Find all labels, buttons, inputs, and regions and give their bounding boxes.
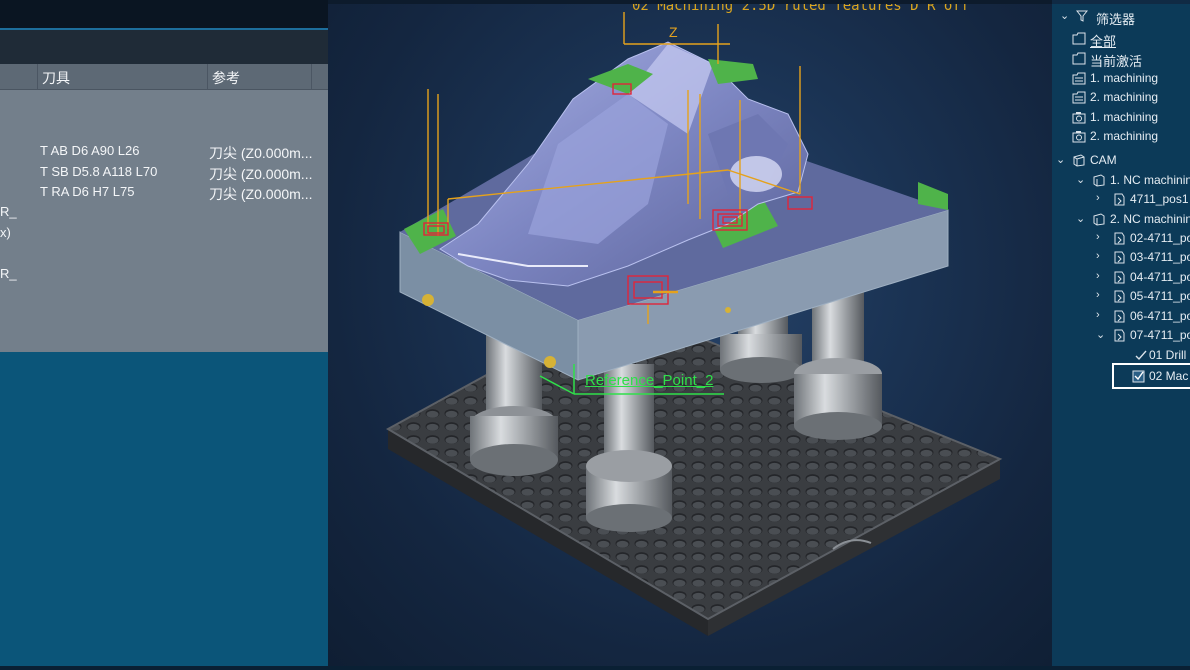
tree-item-machining-selected[interactable]: 02 Mac — [1112, 363, 1190, 389]
reference-point-label[interactable]: Reference_Point_2 — [585, 372, 713, 389]
truncated-text: x) — [0, 225, 11, 240]
filter-icon — [1075, 10, 1090, 23]
tool-table: 刀具 参考 T AB D6 A90 L26 刀尖 (Z0.000m... T S… — [0, 64, 328, 352]
z-axis-label: Z — [669, 24, 678, 40]
camera-icon — [1072, 111, 1086, 124]
tool-name: T SB D5.8 A118 L70 — [40, 164, 158, 179]
camera-icon — [1072, 130, 1086, 143]
operation-icon — [1112, 193, 1126, 206]
operation-title: 02 Machining 2.5D ruled features D R off — [632, 4, 970, 14]
chevron-right-icon[interactable]: › — [1096, 231, 1108, 243]
folder-icon — [1072, 52, 1086, 65]
tool-name: T RA D6 H7 L75 — [40, 184, 135, 199]
chevron-down-icon[interactable]: ⌄ — [1060, 9, 1072, 22]
tree-item-view-machining-2[interactable]: 2. machining — [1052, 128, 1190, 147]
tree-item-machining-2[interactable]: 2. machining — [1052, 89, 1190, 108]
tool-reference: 刀尖 (Z0.000m... — [209, 166, 313, 182]
chevron-down-icon[interactable]: ⌄ — [1076, 173, 1088, 186]
tree-item-operation[interactable]: › 02-4711_po — [1052, 230, 1190, 249]
tree-item-operation[interactable]: › 03-4711_po — [1052, 249, 1190, 268]
check-icon[interactable] — [1134, 349, 1148, 362]
3d-viewport[interactable]: 02 Machining 2.5D ruled features D R off… — [328, 4, 1052, 666]
filter-label: 筛选器 — [1096, 12, 1136, 27]
tree-item-operation[interactable]: ⌄ 07-4711_po — [1052, 327, 1190, 346]
tree-item-view-machining-1[interactable]: 1. machining — [1052, 109, 1190, 128]
tree-item-operation[interactable]: › 06-4711_po — [1052, 308, 1190, 327]
operation-icon — [1112, 232, 1126, 245]
chevron-right-icon[interactable]: › — [1096, 309, 1108, 321]
folder-icon — [1072, 32, 1086, 45]
filter-row[interactable]: ⌄ 筛选器 — [1052, 8, 1190, 27]
column-header-reference[interactable]: 参考 — [208, 64, 312, 90]
nc-program-icon — [1092, 213, 1106, 226]
folder-icon — [1072, 72, 1086, 85]
tree-item-machining-1[interactable]: 1. machining — [1052, 70, 1190, 89]
chevron-right-icon[interactable]: › — [1096, 250, 1108, 262]
column-header-extra[interactable] — [312, 64, 328, 90]
truncated-text: R_ — [0, 266, 17, 281]
chevron-down-icon[interactable]: ⌄ — [1076, 212, 1088, 225]
folder-icon — [1072, 91, 1086, 104]
tool-reference: 刀尖 (Z0.000m... — [209, 186, 313, 202]
tree-item-nc-machining-2[interactable]: ⌄ 2. NC machinin — [1052, 211, 1190, 230]
chevron-right-icon[interactable]: › — [1096, 289, 1108, 301]
tool-reference: 刀尖 (Z0.000m... — [209, 145, 313, 161]
column-header-tool[interactable]: 刀具 — [38, 64, 208, 90]
table-row[interactable]: T SB D5.8 A118 L70 刀尖 (Z0.000m... — [0, 162, 328, 182]
table-row[interactable]: T AB D6 A90 L26 刀尖 (Z0.000m... — [0, 141, 328, 161]
tree-item-all[interactable]: 全部 — [1052, 30, 1190, 49]
status-bar — [0, 666, 1190, 670]
operation-icon — [1112, 329, 1126, 342]
operation-icon — [1112, 251, 1126, 264]
check-icon[interactable] — [1132, 370, 1146, 383]
cube-icon — [1072, 154, 1086, 167]
truncated-text: R_ — [0, 204, 17, 219]
operation-icon — [1112, 310, 1126, 323]
tool-list-panel: 刀具 参考 T AB D6 A90 L26 刀尖 (Z0.000m... T S… — [0, 0, 328, 670]
cam-tree-panel: ⌄ 筛选器 全部 当前激活 1. machining 2. machining … — [1052, 4, 1190, 670]
chevron-right-icon[interactable]: › — [1096, 270, 1108, 282]
tree-item-operation[interactable]: › 4711_pos1 — [1052, 191, 1190, 210]
chevron-right-icon[interactable]: › — [1096, 192, 1108, 204]
tree-item-nc-machining-1[interactable]: ⌄ 1. NC machinin — [1052, 172, 1190, 191]
operation-icon — [1112, 271, 1126, 284]
tree-item-operation[interactable]: › 05-4711_po — [1052, 288, 1190, 307]
operation-icon — [1112, 290, 1126, 303]
chevron-down-icon[interactable]: ⌄ — [1096, 328, 1108, 341]
machine-scene — [385, 12, 1003, 636]
panel-header — [0, 28, 328, 64]
tree-item-cam[interactable]: ⌄ CAM — [1052, 152, 1190, 171]
chevron-down-icon[interactable]: ⌄ — [1056, 153, 1068, 166]
tree-item-current-active[interactable]: 当前激活 — [1052, 50, 1190, 69]
nc-program-icon — [1092, 174, 1106, 187]
tree-item-operation[interactable]: › 04-4711_po — [1052, 269, 1190, 288]
column-header-index[interactable] — [0, 64, 38, 90]
tool-name: T AB D6 A90 L26 — [40, 143, 140, 158]
panel-topbar — [0, 0, 328, 28]
table-row[interactable]: T RA D6 H7 L75 刀尖 (Z0.000m... — [0, 182, 328, 202]
